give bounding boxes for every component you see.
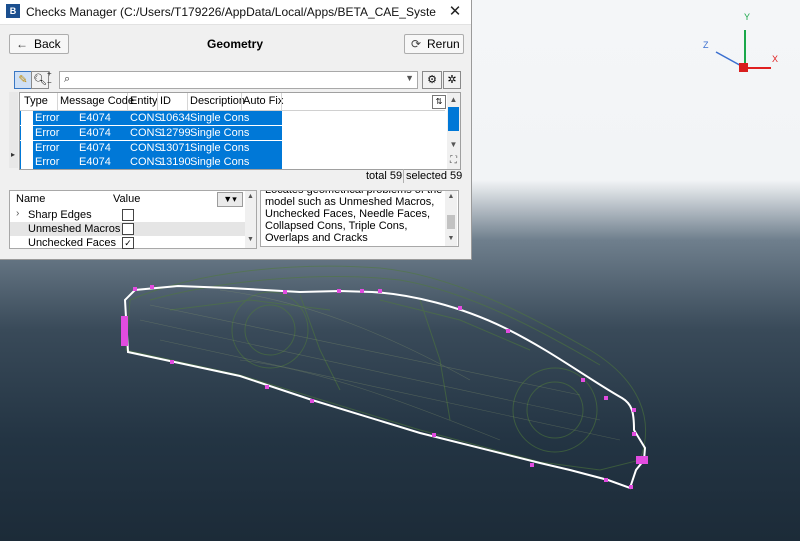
col-description[interactable]: Description (190, 95, 245, 107)
col-id[interactable]: ID (160, 95, 171, 107)
property-checkbox[interactable] (122, 209, 134, 221)
expand-collapse-buttons[interactable]: + − (47, 69, 55, 87)
scroll-up-icon[interactable]: ▲ (245, 193, 256, 200)
back-label: Back (34, 37, 61, 51)
property-row[interactable]: Unchecked Faces ✓ (10, 236, 246, 250)
description-scrollbar[interactable]: ▲ ▼ (445, 191, 457, 246)
description-panel[interactable]: Locates geometrical problems of the mode… (260, 190, 459, 247)
property-checkbox[interactable] (122, 223, 134, 235)
magnifier-icon: 🔍︎ (33, 74, 47, 86)
axis-y-label: Y (744, 12, 750, 22)
cell-entity: CONS (130, 156, 162, 168)
close-button[interactable]: ✕ (439, 0, 471, 24)
rerun-label: Rerun (427, 37, 460, 51)
col-type[interactable]: Type (24, 95, 48, 107)
table-row[interactable]: Error E4074 CONS 13071 Single Cons (20, 141, 282, 155)
cell-entity: CONS (130, 127, 162, 139)
scroll-down-icon[interactable]: ▼ (445, 235, 457, 242)
network-icon: ✲ (447, 74, 457, 86)
rerun-button[interactable]: ⟳ Rerun (404, 34, 464, 54)
settings-button[interactable]: ⚙ (422, 71, 442, 89)
search-input-box[interactable]: ⌕ ▼ (59, 71, 418, 89)
cell-code: E4074 (79, 112, 111, 124)
col-message-code[interactable]: Message Code (60, 95, 134, 107)
property-name: Unmeshed Macros (28, 223, 121, 235)
pick-tool-button[interactable]: ✎ (14, 71, 32, 89)
property-name: Sharp Edges (28, 209, 92, 221)
search-icon: ⌕ (64, 73, 71, 85)
chevron-down-icon[interactable]: ▼ (405, 73, 414, 83)
axis-z-label: Z (703, 40, 709, 50)
scroll-down-icon[interactable]: ▼ (245, 236, 256, 243)
cell-entity: CONS (130, 142, 162, 154)
expand-icon[interactable]: ⛶ (447, 155, 460, 166)
cell-entity: CONS (130, 112, 162, 124)
selected-count: selected 59 (406, 170, 463, 182)
table-scrollbar[interactable]: ▲ ▼ ⛶ (447, 93, 460, 169)
cell-type: Error (35, 156, 60, 168)
cell-id: 10634 (160, 112, 191, 124)
window-title: Checks Manager (C:/Users/T179226/AppData… (26, 5, 436, 19)
cell-description: Single Cons (190, 156, 250, 168)
cell-type: Error (35, 142, 60, 154)
property-checkbox-checked[interactable]: ✓ (122, 237, 134, 249)
filter-button[interactable]: ▼▾ (217, 192, 243, 207)
scroll-up-icon[interactable]: ▲ (447, 95, 460, 104)
chevron-right-icon: ▸ (11, 150, 16, 159)
property-row[interactable]: Unmeshed Macros (10, 222, 246, 236)
total-count: total 59 (366, 170, 403, 182)
gear-icon: ⚙ (427, 74, 437, 86)
cell-code: E4074 (79, 127, 111, 139)
props-value-header: Value (113, 193, 141, 205)
cell-code: E4074 (79, 156, 111, 168)
table-header: Type Message Code Entity ID Description … (20, 93, 446, 111)
cell-code: E4074 (79, 142, 111, 154)
arrow-left-icon: ← (16, 37, 28, 51)
description-text: Locates geometrical problems of the mode… (265, 190, 443, 244)
col-entity[interactable]: Entity (130, 95, 158, 107)
filter-icon: ▼▾ (223, 194, 237, 204)
cell-description: Single Cons (190, 112, 250, 124)
search-input[interactable] (78, 72, 402, 89)
table-row-header-strip: ▸ (9, 92, 18, 168)
table-row[interactable]: Error E4074 CONS 13190 Single Cons (20, 155, 282, 169)
title-bar[interactable]: B Checks Manager (C:/Users/T179226/AppDa… (0, 0, 471, 25)
wand-icon: ✎ (18, 74, 28, 86)
cell-id: 12799 (160, 127, 191, 139)
ansa-logo-icon: B (6, 4, 20, 18)
props-name-header: Name (16, 193, 46, 205)
col-auto-fix[interactable]: Auto Fix (243, 95, 283, 107)
scroll-up-icon[interactable]: ▲ (445, 193, 457, 200)
cell-type: Error (35, 112, 60, 124)
results-table[interactable]: Type Message Code Entity ID Description … (19, 92, 461, 170)
cell-id: 13071 (160, 142, 191, 154)
table-row[interactable]: Error E4074 CONS 10634 Single Cons (20, 111, 282, 125)
back-button[interactable]: ← Back (9, 34, 69, 54)
property-row[interactable]: › Sharp Edges (10, 208, 246, 222)
table-row[interactable]: Error E4074 CONS 12799 Single Cons (20, 126, 282, 140)
scroll-thumb[interactable] (447, 215, 455, 229)
scroll-thumb[interactable] (448, 107, 459, 131)
properties-panel[interactable]: Name Value ▼▾ › Sharp Edges Unmeshed Mac… (9, 190, 257, 249)
cell-description: Single Cons (190, 142, 250, 154)
refresh-icon: ⟳ (411, 37, 422, 51)
scroll-down-icon[interactable]: ▼ (447, 140, 460, 149)
chevron-right-icon[interactable]: › (16, 208, 19, 219)
network-button[interactable]: ✲ (443, 71, 461, 89)
cell-type: Error (35, 127, 60, 139)
cell-description: Single Cons (190, 127, 250, 139)
page-title: Geometry (206, 37, 264, 51)
properties-scrollbar[interactable]: ▲ ▼ (245, 191, 256, 248)
cell-id: 13190 (160, 156, 191, 168)
checks-manager-dialog: B Checks Manager (C:/Users/T179226/AppDa… (0, 0, 472, 260)
sort-icon[interactable]: ⇅ (432, 95, 446, 109)
axis-x-label: X (772, 54, 778, 64)
property-name: Unchecked Faces (28, 237, 117, 249)
